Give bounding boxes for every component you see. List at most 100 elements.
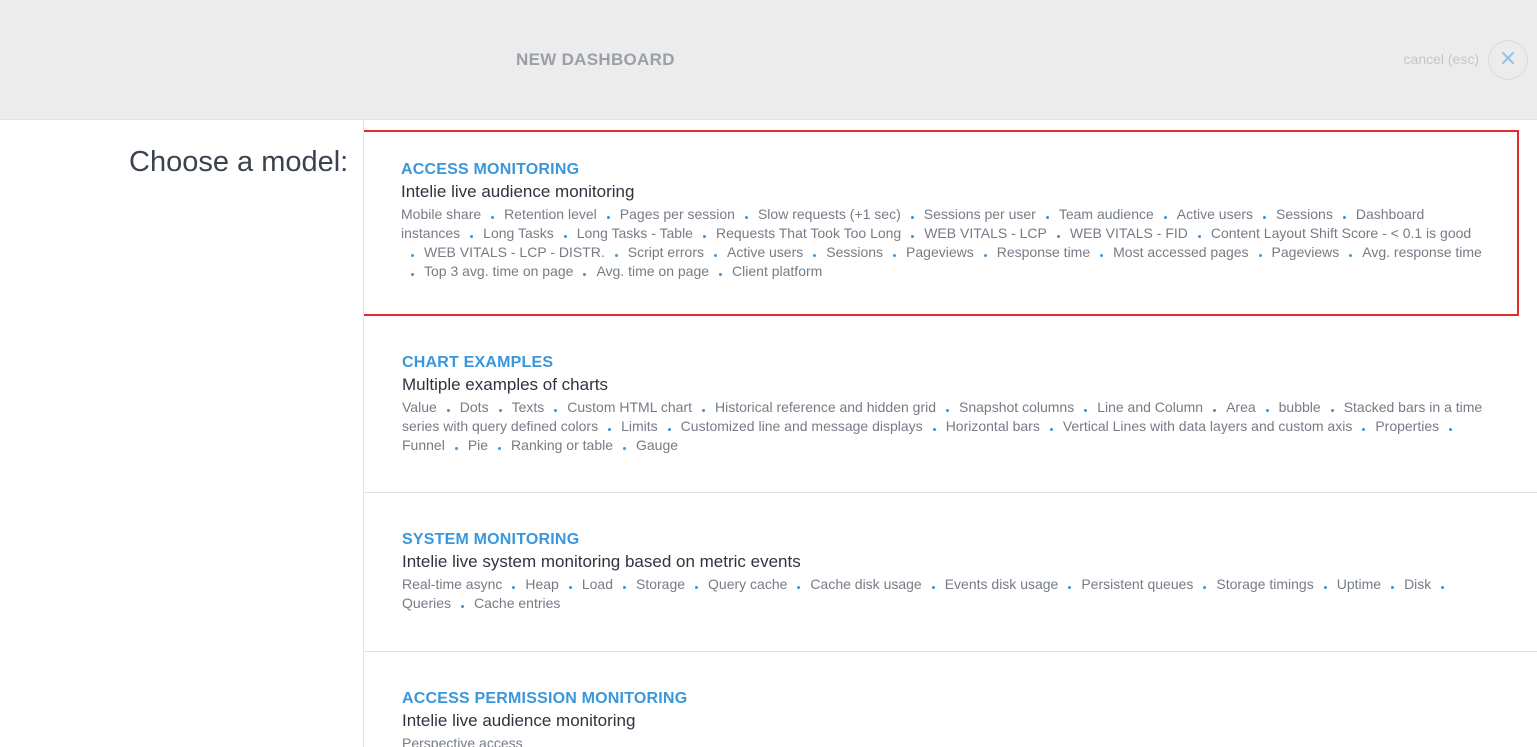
model-tag: Vertical Lines with data layers and cust… (1062, 418, 1353, 434)
separator-dot (1441, 585, 1445, 589)
model-tag: Uptime (1336, 576, 1382, 592)
model-tag: Pie (467, 437, 489, 453)
model-tag: Pageviews (1271, 244, 1340, 260)
separator-dot (568, 585, 572, 589)
model-name[interactable]: CHART EXAMPLES (402, 352, 1497, 374)
model-tag: Response time (996, 244, 1091, 260)
model-description: Intelie live audience monitoring (401, 182, 635, 201)
model-tag: Pages per session (619, 206, 735, 222)
model-tag: Snapshot columns (959, 399, 1075, 415)
model-tag: Ranking or table (511, 437, 613, 453)
model-tag: Heap (525, 576, 559, 592)
model-tag: Queries (402, 595, 452, 611)
model-tag: Script errors (627, 244, 704, 260)
separator-dot (893, 253, 897, 257)
separator-dot (695, 585, 699, 589)
model-tag: Client platform (732, 263, 823, 279)
separator-dot (498, 408, 502, 412)
separator-dot (623, 585, 626, 589)
separator-dot (1163, 215, 1167, 219)
model-tags: Mobile share Retention level Pages per ses… (401, 205, 1487, 281)
separator-dot (667, 427, 671, 431)
model-card-access-permission-monitoring[interactable]: ACCESS PERMISSION MONITORING Intelie liv… (364, 652, 1537, 747)
model-tag: Gauge (636, 437, 679, 453)
model-tag: Value (402, 399, 437, 415)
model-list: ACCESS MONITORING Intelie live audience … (363, 120, 1537, 747)
separator-dot (946, 408, 950, 412)
model-tag: Funnel (402, 437, 445, 453)
model-tag: Persistent queues (1081, 576, 1194, 592)
model-card-system-monitoring[interactable]: SYSTEM MONITORING Intelie live system mo… (364, 493, 1537, 652)
model-tag: Properties (1375, 418, 1440, 434)
separator-dot (931, 585, 935, 589)
model-description: Multiple examples of charts (402, 375, 608, 394)
separator-dot (719, 272, 723, 276)
model-tag: Dots (459, 399, 489, 415)
model-tag: Mobile share (401, 206, 482, 222)
model-tag: Line and Column (1097, 399, 1204, 415)
separator-dot (1197, 234, 1201, 238)
model-tag: Texts (511, 399, 545, 415)
model-tags: Value Dots Texts Custom HTML chart Historica… (402, 398, 1497, 455)
model-tag: Sessions (826, 244, 884, 260)
model-tag: bubble (1278, 399, 1321, 415)
model-tag: Slow requests (+1 sec) (757, 206, 901, 222)
model-tag: Retention level (504, 206, 597, 222)
model-tag: Customized line and message displays (680, 418, 923, 434)
separator-dot (1265, 408, 1269, 412)
model-description: Intelie live system monitoring based on … (402, 552, 801, 571)
separator-dot (1330, 408, 1334, 412)
separator-dot (983, 253, 987, 257)
model-tag: Query cache (708, 576, 788, 592)
separator-dot (1391, 585, 1395, 589)
separator-dot (1362, 427, 1366, 431)
separator-dot (932, 427, 936, 431)
model-description: Intelie live audience monitoring (402, 711, 636, 730)
separator-dot (1258, 253, 1262, 257)
separator-dot (1049, 427, 1053, 431)
separator-dot (1045, 215, 1049, 219)
model-tag: Active users (726, 244, 804, 260)
model-card-chart-examples[interactable]: CHART EXAMPLES Multiple examples of char… (364, 316, 1537, 493)
close-button[interactable] (1488, 40, 1528, 80)
model-tag: Historical reference and hidden grid (715, 399, 937, 415)
separator-dot (1203, 585, 1207, 589)
model-tag: Events disk usage (944, 576, 1059, 592)
model-name[interactable]: SYSTEM MONITORING (402, 529, 1497, 551)
separator-dot (910, 215, 914, 219)
separator-dot (606, 215, 610, 219)
separator-dot (454, 446, 458, 450)
separator-dot (411, 272, 414, 276)
separator-dot (554, 408, 558, 412)
model-tag: Cache disk usage (810, 576, 922, 592)
model-tag: Top 3 avg. time on page (424, 263, 574, 279)
model-tag: Team audience (1058, 206, 1154, 222)
model-name[interactable]: ACCESS MONITORING (401, 159, 1487, 181)
model-tag: Avg. time on page (596, 263, 710, 279)
model-tag: Load (581, 576, 613, 592)
model-tag: Storage timings (1216, 576, 1314, 592)
model-name[interactable]: ACCESS PERMISSION MONITORING (402, 688, 1497, 710)
model-tag: WEB VITALS - LCP - DISTR. (424, 244, 605, 260)
separator-dot (470, 234, 474, 238)
model-tags: Real-time async Heap Load Storage Query cach… (402, 575, 1497, 613)
separator-dot (702, 408, 705, 412)
separator-dot (1342, 215, 1346, 219)
separator-dot (491, 215, 495, 219)
model-tag: Long Tasks - Table (576, 225, 693, 241)
model-tag: Real-time async (402, 576, 503, 592)
model-tag: Avg. response time (1362, 244, 1482, 260)
close-icon (1500, 50, 1516, 71)
model-card-access-monitoring[interactable]: ACCESS MONITORING Intelie live audience … (364, 130, 1519, 316)
separator-dot (1100, 253, 1104, 257)
top-bar: NEW DASHBOARD cancel (esc) (0, 0, 1537, 120)
separator-dot (461, 604, 465, 608)
model-tag: Limits (621, 418, 658, 434)
model-tag: Active users (1176, 206, 1254, 222)
model-tag: Horizontal bars (945, 418, 1040, 434)
separator-dot (911, 234, 915, 238)
separator-dot (1349, 253, 1353, 257)
separator-dot (446, 408, 450, 412)
cancel-label[interactable]: cancel (esc) (1404, 51, 1479, 67)
separator-dot (1323, 585, 1327, 589)
